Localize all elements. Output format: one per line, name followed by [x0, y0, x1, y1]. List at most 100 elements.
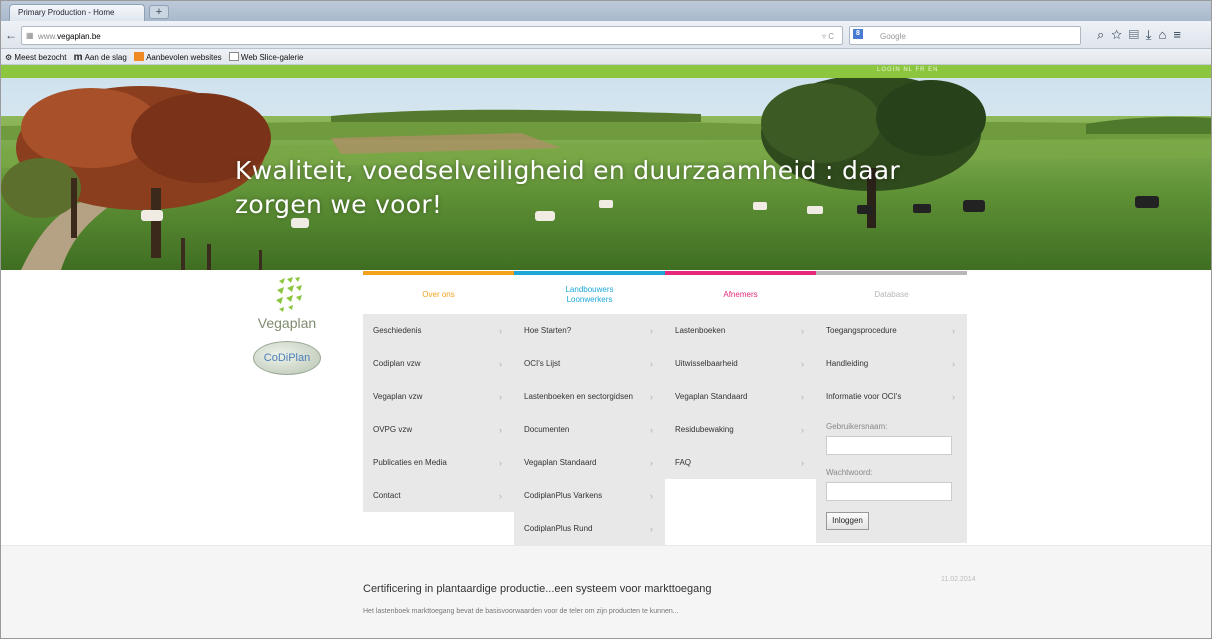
chevron-right-icon: ›	[952, 358, 955, 369]
menu-item-label: Informatie voor OCI's	[826, 392, 902, 401]
username-label: Gebruikersnaam:	[826, 422, 888, 431]
menu-item-informatie-ocis[interactable]: Informatie voor OCI's ›	[816, 380, 967, 413]
bookmarks-toolbar: ⚙ Meest bezocht m Aan de slag Aanbevolen …	[1, 49, 1211, 65]
chevron-right-icon: ›	[650, 457, 653, 468]
menu-item-lastenboeken-sectorgidsen[interactable]: Lastenboeken en sectorgidsen ›	[514, 380, 665, 413]
menu-item-label: Contact	[373, 491, 401, 500]
site-identity-icon[interactable]: ▦	[26, 31, 34, 40]
menu-item-hoe-starten[interactable]: Hoe Starten? ›	[514, 314, 665, 347]
menu-item-label: Lastenboeken	[675, 326, 726, 335]
hero-banner: Kwaliteit, voedselveiligheid en duurzaam…	[1, 78, 1211, 270]
username-field[interactable]	[826, 436, 952, 455]
menu-heading-landbouwers[interactable]: Landbouwers Loonwerkers	[514, 271, 665, 314]
bookmark-label: Meest bezocht	[14, 53, 67, 62]
chevron-right-icon: ›	[952, 391, 955, 402]
menu-item-vegaplan-standaard[interactable]: Vegaplan Standaard ›	[514, 446, 665, 479]
menu-item-label: Hoe Starten?	[524, 326, 572, 335]
bookmark-meest-bezocht[interactable]: ⚙ Meest bezocht	[5, 53, 66, 62]
menu-heading-over-ons[interactable]: Over ons	[363, 271, 514, 314]
toolbar-icons: ⌕☆▤⤓⌂≡	[1097, 27, 1188, 43]
search-icon[interactable]: ⌕	[1097, 27, 1111, 42]
menu-item-vegaplan-vzw[interactable]: Vegaplan vzw ›	[363, 380, 514, 413]
reload-icon[interactable]: ▿ C	[822, 32, 834, 41]
back-arrow-icon[interactable]: ←	[5, 28, 17, 42]
news-excerpt: Het lastenboek markttoegang bevat de bas…	[363, 608, 679, 615]
news-title[interactable]: Certificering in plantaardige productie.…	[363, 583, 712, 595]
news-section: 11.02.2014 Certificering in plantaardige…	[1, 545, 1211, 638]
password-field[interactable]	[826, 482, 952, 501]
menu-item-label: OVPG vzw	[373, 425, 413, 434]
bookmark-label: Aanbevolen websites	[146, 53, 222, 62]
menu-column-over-ons: Over ons Geschiedenis › Codiplan vzw › Veg…	[363, 271, 514, 512]
bookmarks-menu-icon[interactable]: ▤	[1129, 27, 1146, 42]
menu-item-toegangsprocedure[interactable]: Toegangsprocedure ›	[816, 314, 967, 347]
menu-item-label: Publicaties en Media	[373, 458, 447, 467]
chevron-right-icon: ›	[499, 457, 502, 468]
chevron-right-icon: ›	[650, 523, 653, 534]
download-icon[interactable]: ⤓	[1146, 27, 1159, 42]
menu-item-label: Geschiedenis	[373, 326, 422, 335]
menu-item-residubewaking[interactable]: Residubewaking ›	[665, 413, 816, 446]
menu-item-lastenboeken[interactable]: Lastenboeken ›	[665, 314, 816, 347]
bookmark-web-slice-galerie[interactable]: Web Slice-galerie	[228, 52, 304, 62]
menu-item-ocis-lijst[interactable]: OCI's Lijst ›	[514, 347, 665, 380]
menu-item-ovpg-vzw[interactable]: OVPG vzw ›	[363, 413, 514, 446]
chevron-right-icon: ›	[801, 325, 804, 336]
chevron-right-icon: ›	[499, 424, 502, 435]
home-icon[interactable]: ⌂	[1159, 27, 1174, 42]
database-panel: Toegangsprocedure › Handleiding › Informat…	[816, 314, 967, 543]
menu-item-label: Lastenboeken en sectorgidsen	[524, 392, 633, 401]
web-slice-icon	[228, 52, 239, 61]
logo-area: Vegaplan CoDiPlan	[251, 277, 331, 387]
chevron-right-icon: ›	[650, 358, 653, 369]
chevron-right-icon: ›	[801, 358, 804, 369]
suggested-sites-icon	[134, 52, 145, 61]
menu-item-label: Documenten	[524, 425, 570, 434]
menu-item-vegaplan-standaard[interactable]: Vegaplan Standaard ›	[665, 380, 816, 413]
login-button[interactable]: Inloggen	[826, 512, 869, 530]
menu-item-handleiding[interactable]: Handleiding ›	[816, 347, 967, 380]
gear-icon: ⚙	[5, 53, 13, 62]
search-engine-icon[interactable]: 8	[853, 29, 863, 39]
menu-item-publicaties[interactable]: Publicaties en Media ›	[363, 446, 514, 479]
menu-item-codiplan-vzw[interactable]: Codiplan vzw ›	[363, 347, 514, 380]
password-label: Wachtwoord:	[826, 468, 873, 477]
menu-item-label: OCI's Lijst	[524, 359, 561, 368]
menu-item-faq[interactable]: FAQ ›	[665, 446, 816, 479]
menu-item-label: Handleiding	[826, 359, 869, 368]
bookmark-star-icon[interactable]: ☆	[1111, 27, 1129, 42]
menu-item-label: Vegaplan Standaard	[524, 458, 597, 467]
menu-heading-afnemers[interactable]: Afnemers	[665, 271, 816, 314]
chevron-right-icon: ›	[499, 358, 502, 369]
browser-tab[interactable]: Primary Production - Home	[9, 4, 145, 21]
menu-icon[interactable]: ≡	[1173, 27, 1188, 42]
menu-item-codiplanplus-rund[interactable]: CodiplanPlus Rund ›	[514, 512, 665, 545]
address-bar[interactable]: ▦ www.vegaplan.be ▿ C	[21, 26, 843, 45]
menu-item-geschiedenis[interactable]: Geschiedenis ›	[363, 314, 514, 347]
login-language-links[interactable]: LOGIN NL FR EN	[877, 67, 938, 73]
bookmark-aan-de-slag[interactable]: m Aan de slag	[74, 52, 127, 63]
menu-item-contact[interactable]: Contact ›	[363, 479, 514, 512]
chevron-right-icon: ›	[650, 391, 653, 402]
menu-item-label: Vegaplan Standaard	[675, 392, 748, 401]
menu-item-label: Toegangsprocedure	[826, 326, 897, 335]
menu-item-documenten[interactable]: Documenten ›	[514, 413, 665, 446]
menu-item-label: Codiplan vzw	[373, 359, 421, 368]
menu-heading-database[interactable]: Database	[816, 271, 967, 314]
codiplan-logo[interactable]: CoDiPlan	[253, 341, 321, 375]
menu-item-codiplanplus-varkens[interactable]: CodiplanPlus Varkens ›	[514, 479, 665, 512]
hero-heading: Kwaliteit, voedselveiligheid en duurzaam…	[235, 156, 901, 219]
chevron-right-icon: ›	[801, 391, 804, 402]
search-input[interactable]: Google	[849, 26, 1081, 45]
chevron-right-icon: ›	[650, 490, 653, 501]
new-tab-button[interactable]: +	[149, 5, 169, 19]
vegaplan-logo-text[interactable]: Vegaplan	[251, 315, 323, 331]
chevron-right-icon: ›	[499, 325, 502, 336]
url-prefix: www.	[38, 32, 58, 41]
menu-item-label: Vegaplan vzw	[373, 392, 423, 401]
menu-item-uitwisselbaarheid[interactable]: Uitwisselbaarheid ›	[665, 347, 816, 380]
bookmark-aanbevolen-websites[interactable]: Aanbevolen websites	[134, 52, 222, 62]
bookmark-label: Web Slice-galerie	[240, 53, 304, 62]
menu-item-label: CodiplanPlus Rund	[524, 524, 593, 533]
vegaplan-leaves-icon[interactable]	[251, 277, 323, 313]
